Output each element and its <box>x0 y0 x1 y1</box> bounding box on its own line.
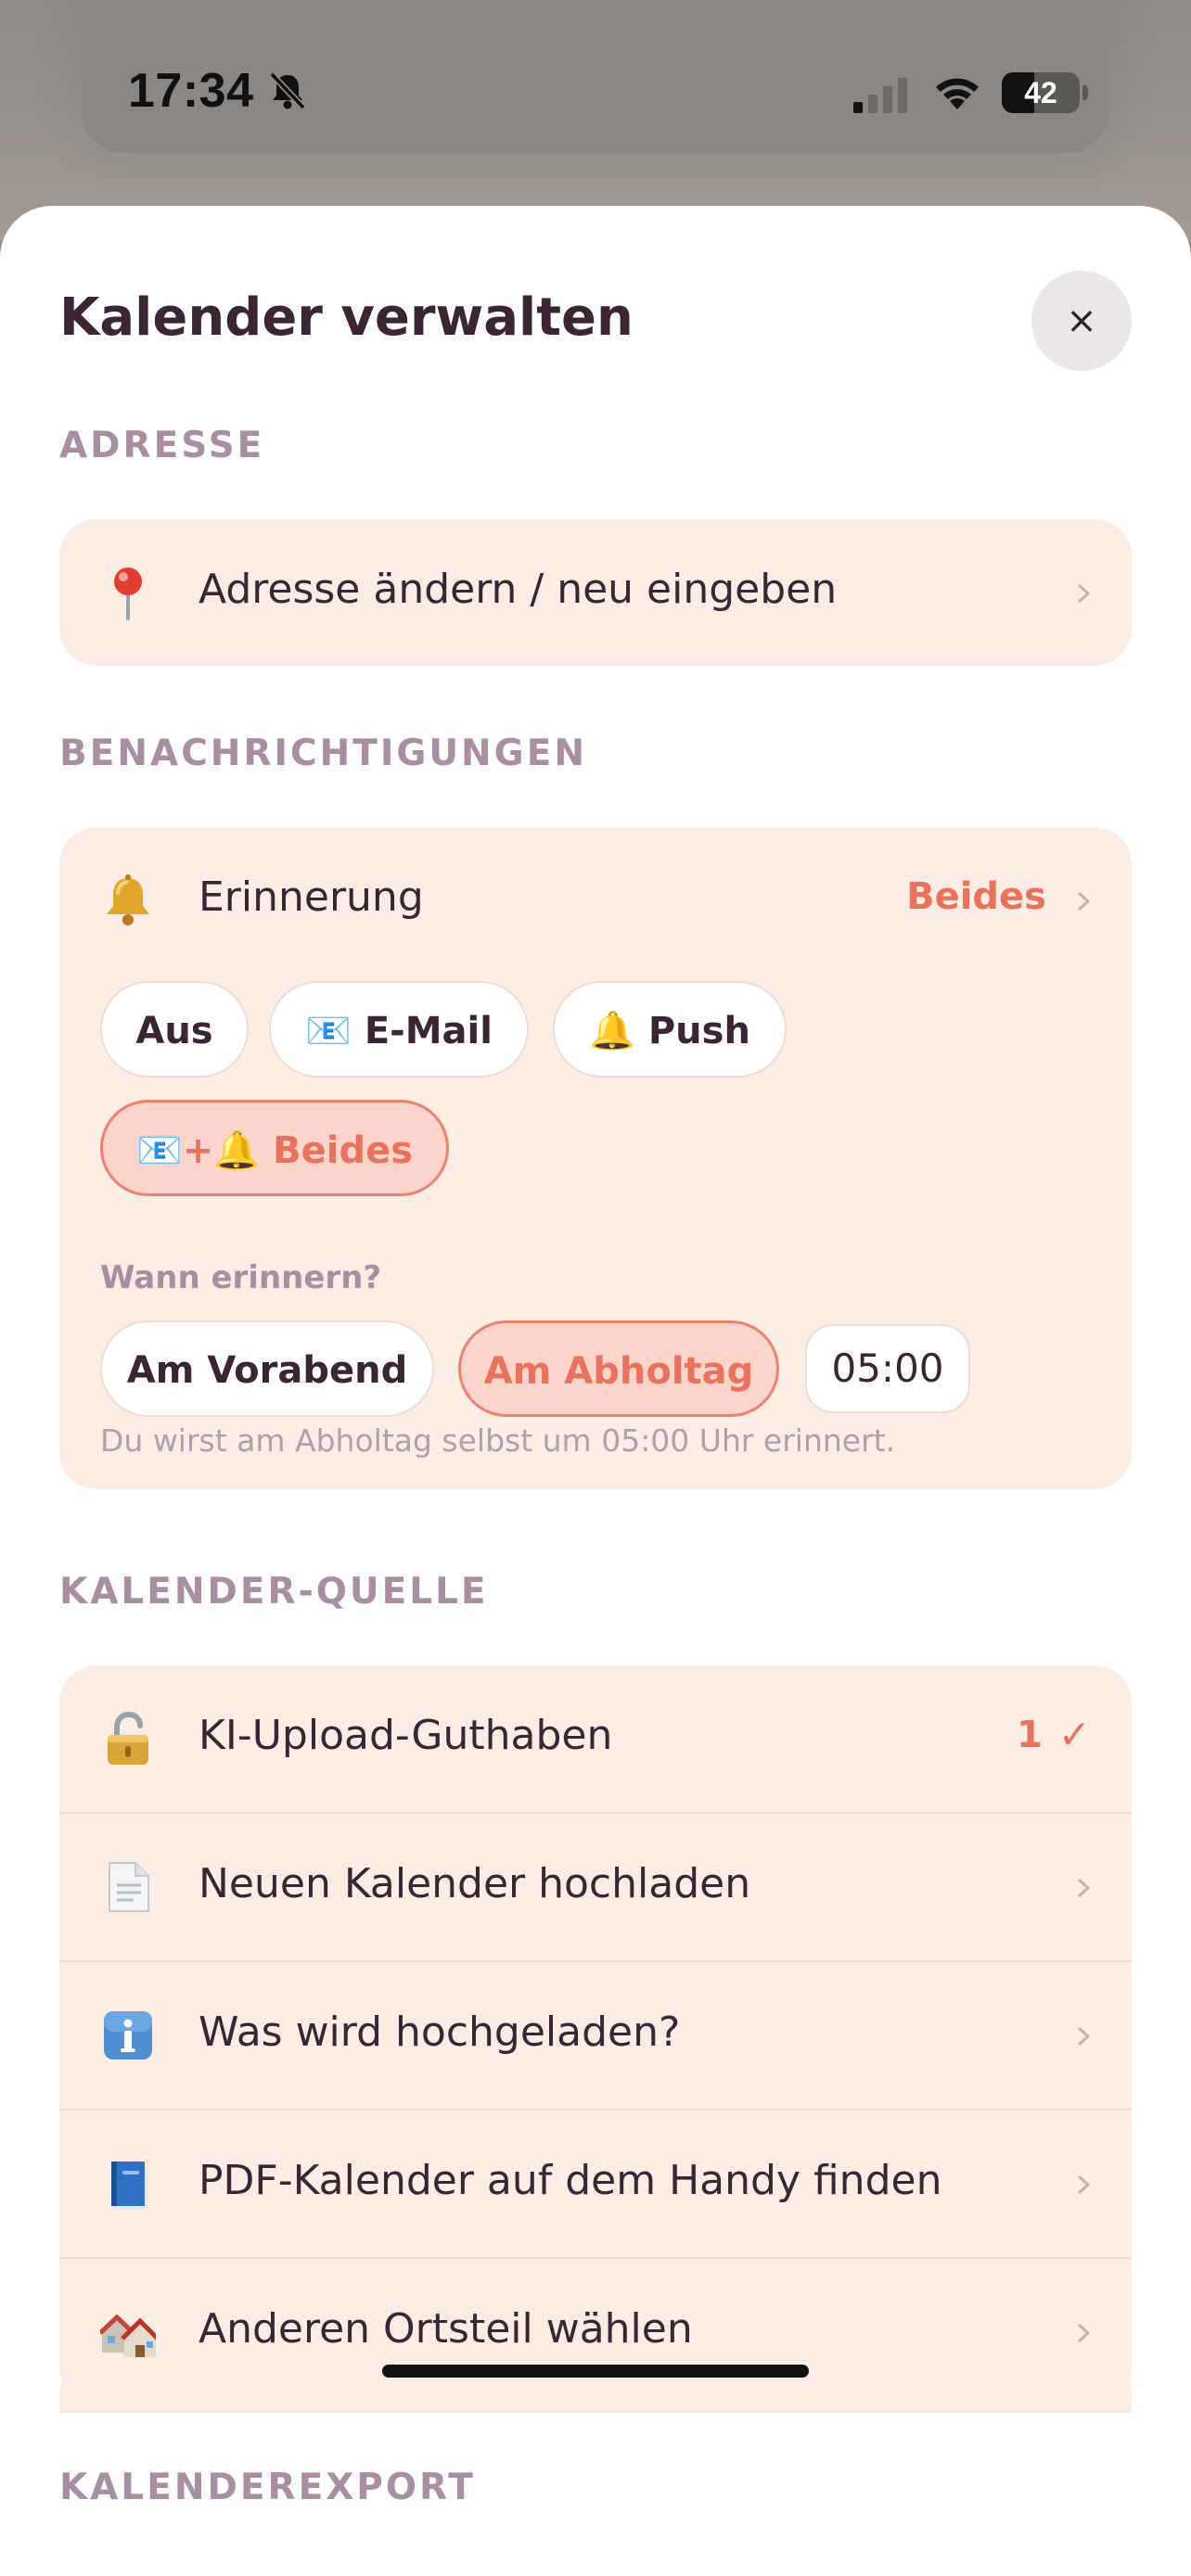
option-both-label: Beides <box>273 1129 414 1172</box>
when-day-pill[interactable]: Am Abholtag <box>458 1320 779 1417</box>
time-picker[interactable]: 05:00 <box>805 1324 970 1413</box>
pin-icon <box>114 567 142 620</box>
reminder-hint: Du wirst am Abholtag selbst um 05:00 Uhr… <box>100 1422 896 1459</box>
check-icon: ✓ <box>1057 1712 1091 1757</box>
when-label: Wann erinnern? <box>100 1259 382 1296</box>
battery-level: 42 <box>1024 76 1057 109</box>
section-label-address: ADRESSE <box>59 425 265 466</box>
section-label-notifications: BENACHRICHTIGUNGEN <box>59 733 587 774</box>
option-email-pill[interactable]: 📧 E-Mail <box>269 981 529 1078</box>
when-evening-pill[interactable]: Am Vorabend <box>100 1320 434 1417</box>
status-time: 17:34 <box>128 64 254 118</box>
option-push-pill[interactable]: 🔔 Push <box>553 981 787 1078</box>
calendar-source-card: KI-Upload-Guthaben 1 ✓ Neuen Kalender ho… <box>59 1665 1132 2404</box>
upload-calendar-row[interactable]: Neuen Kalender hochladen <box>59 1814 1132 1960</box>
find-pdf-label: PDF-Kalender auf dem Handy finden <box>198 2157 942 2204</box>
home-indicator[interactable] <box>382 2365 809 2378</box>
option-off-label: Aus <box>135 1010 213 1052</box>
wifi-icon <box>936 78 979 109</box>
notifications-card: Erinnerung Beides Aus 📧 E-Mail 🔔 Push 📧+🔔 B… <box>59 827 1132 1489</box>
section-label-calendar-export: KALENDEREXPORT <box>59 2467 476 2508</box>
bell-icon <box>107 874 149 925</box>
bell-off-icon <box>269 71 306 110</box>
chevron-right-icon <box>1078 2027 1090 2046</box>
manage-calendar-sheet: Kalender verwalten × ADRESSE Adresse änd… <box>0 206 1191 2576</box>
email-bell-icon: 📧+🔔 <box>135 1129 261 1172</box>
push-bell-icon: 🔔 <box>589 1010 635 1052</box>
when-evening-label: Am Vorabend <box>126 1349 408 1392</box>
lock-open-icon <box>108 1711 148 1765</box>
find-pdf-row[interactable]: PDF-Kalender auf dem Handy finden <box>59 2111 1132 2257</box>
option-email-label: E-Mail <box>364 1010 493 1052</box>
credits-value: 1 <box>1017 1714 1043 1756</box>
reminder-label: Erinnerung <box>198 874 424 921</box>
when-day-label: Am Abholtag <box>483 1350 754 1393</box>
chevron-right-icon <box>1078 584 1090 603</box>
upload-info-row[interactable]: Was wird hochgeladen? <box>59 1962 1132 2109</box>
chevron-right-icon <box>1078 2175 1090 2194</box>
credits-row: KI-Upload-Guthaben 1 ✓ <box>59 1665 1132 1812</box>
blue-book-icon <box>111 2162 148 2210</box>
chevron-right-icon <box>1078 2324 1090 2342</box>
chevron-right-icon <box>1078 892 1090 911</box>
section-label-calendar-source: KALENDER-QUELLE <box>59 1571 489 1613</box>
option-both-pill[interactable]: 📧+🔔 Beides <box>100 1100 449 1196</box>
option-push-label: Push <box>647 1010 750 1052</box>
reminder-value: Beides <box>906 875 1046 918</box>
option-off-pill[interactable]: Aus <box>100 981 249 1078</box>
status-bar: 17:34 42 <box>0 56 1191 130</box>
change-address-label: Adresse ändern / neu eingeben <box>198 566 838 613</box>
address-card: Adresse ändern / neu eingeben <box>59 519 1132 666</box>
email-icon: 📧 <box>305 1010 352 1052</box>
credits-label: KI-Upload-Guthaben <box>198 1712 613 1759</box>
close-button[interactable]: × <box>1031 271 1132 371</box>
reminder-row[interactable]: Erinnerung Beides <box>59 827 1132 974</box>
change-address-row[interactable]: Adresse ändern / neu eingeben <box>59 519 1132 666</box>
chevron-right-icon <box>1078 1879 1090 1897</box>
upload-info-label: Was wird hochgeladen? <box>198 2009 681 2056</box>
houses-icon <box>100 2314 156 2358</box>
signal-icon <box>853 78 907 113</box>
info-icon <box>104 2011 152 2060</box>
document-icon <box>109 1862 149 1912</box>
battery-icon: 42 <box>1002 72 1088 113</box>
choose-district-label: Anderen Ortsteil wählen <box>198 2305 693 2353</box>
sheet-title: Kalender verwalten <box>59 287 634 348</box>
upload-calendar-label: Neuen Kalender hochladen <box>198 1860 751 1907</box>
